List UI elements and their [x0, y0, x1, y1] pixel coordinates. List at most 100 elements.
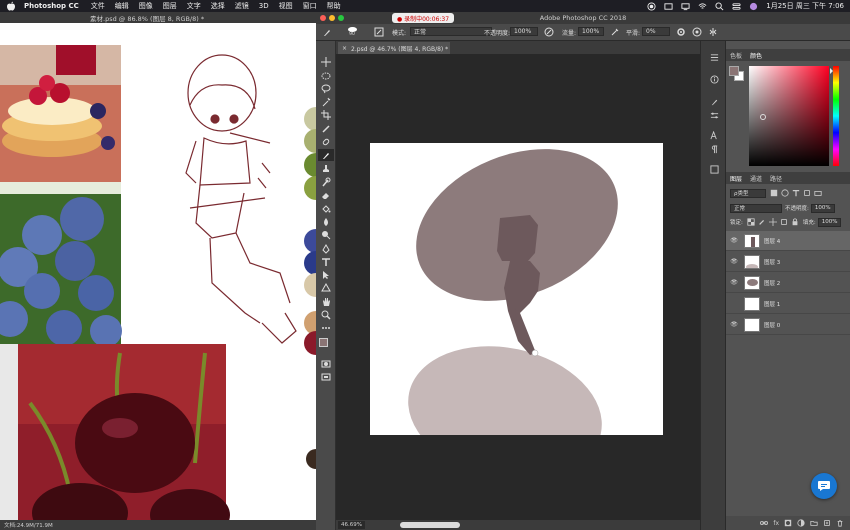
- hand-tool-icon[interactable]: [321, 297, 331, 307]
- opacity-field[interactable]: 100%: [510, 27, 538, 36]
- tab-channels[interactable]: 通道: [746, 174, 766, 183]
- filter-pixel-icon[interactable]: [770, 189, 778, 197]
- lock-pixels-icon[interactable]: [758, 218, 766, 226]
- horizontal-scrollbar[interactable]: [400, 522, 460, 528]
- lock-transparency-icon[interactable]: [747, 218, 755, 226]
- quick-mask-icon[interactable]: [321, 359, 331, 369]
- wifi-icon[interactable]: [698, 2, 707, 11]
- info-panel-icon[interactable]: [710, 75, 719, 84]
- control-center-icon[interactable]: [732, 2, 741, 11]
- brush-size-picker[interactable]: 90: [338, 27, 366, 37]
- marquee-tool-icon[interactable]: [321, 71, 331, 81]
- menubar-clock[interactable]: 1月25日 周三 下午 7:06: [766, 1, 844, 11]
- menu-3d[interactable]: 3D: [259, 2, 269, 10]
- panel-foreground-color-swatch[interactable]: [729, 66, 739, 76]
- screen-mode-icon[interactable]: [321, 372, 331, 382]
- brush-tool-preset-icon[interactable]: [322, 27, 332, 37]
- adjustments-panel-icon[interactable]: [710, 111, 719, 120]
- document-tab[interactable]: × 2.psd @ 46.7% (图层 4, RGB/8) *: [338, 42, 450, 54]
- eyedropper-tool-icon[interactable]: [321, 124, 331, 134]
- layer-blend-mode-dropdown[interactable]: 正常: [730, 203, 782, 213]
- menu-filter[interactable]: 滤镜: [235, 1, 249, 11]
- reference-document-tab[interactable]: 素材.psd @ 86.8% (图层 8, RGB/8) *: [0, 12, 316, 23]
- layer-visibility-eye-icon[interactable]: 👁: [728, 237, 740, 244]
- apple-icon[interactable]: [6, 1, 16, 11]
- lasso-tool-icon[interactable]: [321, 84, 331, 94]
- layer-thumbnail[interactable]: [744, 254, 760, 269]
- flow-field[interactable]: 100%: [578, 27, 604, 36]
- layer-row[interactable]: 👁 图层 2: [726, 273, 850, 293]
- eraser-tool-icon[interactable]: [321, 190, 331, 200]
- pressure-opacity-icon[interactable]: [544, 27, 554, 37]
- zoom-level-field[interactable]: 46.69%: [338, 521, 365, 529]
- paragraph-panel-icon[interactable]: [710, 145, 719, 154]
- layer-visibility-eye-icon[interactable]: 👁: [728, 279, 740, 286]
- text-input-icon[interactable]: [664, 2, 673, 11]
- delete-layer-trash-icon[interactable]: [836, 519, 844, 527]
- more-tools-icon[interactable]: [321, 323, 331, 333]
- layer-name[interactable]: 图层 1: [764, 300, 780, 308]
- menu-image[interactable]: 图像: [139, 1, 153, 11]
- filter-smart-object-icon[interactable]: [814, 189, 822, 197]
- menu-app-name[interactable]: Photoshop CC: [24, 2, 79, 10]
- layer-opacity-field[interactable]: 100%: [810, 203, 835, 213]
- lock-artboard-icon[interactable]: [780, 218, 788, 226]
- window-minimize-button[interactable]: [329, 15, 335, 21]
- brush-panel-toggle[interactable]: [374, 27, 386, 37]
- new-layer-icon[interactable]: [823, 519, 831, 527]
- menu-view[interactable]: 视图: [279, 1, 293, 11]
- layer-row[interactable]: 👁 图层 0: [726, 315, 850, 335]
- tab-swatches[interactable]: 色板: [726, 51, 746, 60]
- new-group-folder-icon[interactable]: [810, 519, 818, 527]
- layer-fill-field[interactable]: 100%: [817, 217, 842, 227]
- paint-bucket-tool-icon[interactable]: [321, 204, 331, 214]
- airbrush-icon[interactable]: [610, 27, 620, 37]
- layer-name[interactable]: 图层 3: [764, 258, 780, 266]
- window-close-button[interactable]: [320, 15, 326, 21]
- clone-stamp-tool-icon[interactable]: [321, 164, 331, 174]
- layer-row[interactable]: 👁 图层 3: [726, 252, 850, 272]
- hue-slider-handle[interactable]: [830, 68, 833, 74]
- siri-icon[interactable]: [749, 2, 758, 11]
- dodge-tool-icon[interactable]: [321, 230, 331, 240]
- layer-name[interactable]: 图层 4: [764, 237, 780, 245]
- glyphs-panel-icon[interactable]: [710, 165, 719, 174]
- menu-layer[interactable]: 图层: [163, 1, 177, 11]
- menu-help[interactable]: 帮助: [327, 1, 341, 11]
- symmetry-icon[interactable]: [708, 27, 718, 37]
- menu-select[interactable]: 选择: [211, 1, 225, 11]
- layer-row[interactable]: 👁 图层 4: [726, 231, 850, 251]
- healing-brush-tool-icon[interactable]: [321, 137, 331, 147]
- blur-tool-icon[interactable]: [321, 217, 331, 227]
- lock-position-icon[interactable]: [768, 218, 777, 226]
- layer-style-fx-icon[interactable]: fx: [773, 520, 779, 527]
- filter-adjustment-icon[interactable]: [781, 189, 789, 197]
- brush-tool-selected-bg[interactable]: [318, 149, 334, 161]
- menu-window[interactable]: 窗口: [303, 1, 317, 11]
- history-panel-icon[interactable]: [710, 53, 719, 62]
- screen-icon[interactable]: [681, 2, 690, 11]
- document-canvas[interactable]: [370, 143, 663, 435]
- menu-edit[interactable]: 编辑: [115, 1, 129, 11]
- layer-row[interactable]: 图层 1: [726, 294, 850, 314]
- color-picker-cursor[interactable]: [760, 114, 766, 120]
- record-icon[interactable]: [647, 1, 656, 11]
- tab-paths[interactable]: 路径: [766, 174, 786, 183]
- filter-shape-icon[interactable]: [803, 189, 811, 197]
- layer-thumbnail[interactable]: [744, 275, 760, 290]
- type-tool-icon[interactable]: [321, 257, 331, 267]
- recording-timer[interactable]: ● 录制中00:06:37: [392, 13, 454, 23]
- new-adjustment-layer-icon[interactable]: [797, 519, 805, 527]
- pressure-size-icon[interactable]: [692, 27, 702, 37]
- close-tab-icon[interactable]: ×: [342, 45, 347, 52]
- blend-mode-dropdown[interactable]: 正常: [410, 27, 492, 36]
- brush-settings-icon[interactable]: [710, 97, 719, 106]
- link-layers-icon[interactable]: [760, 519, 769, 527]
- layer-kind-filter[interactable]: ρ类型: [730, 188, 766, 198]
- path-selection-tool-icon[interactable]: [321, 270, 331, 280]
- layer-name[interactable]: 图层 0: [764, 321, 780, 329]
- history-brush-tool-icon[interactable]: [321, 177, 331, 187]
- chat-support-button[interactable]: [811, 473, 837, 499]
- filter-type-icon[interactable]: [792, 189, 800, 197]
- layer-thumbnail[interactable]: [744, 296, 760, 311]
